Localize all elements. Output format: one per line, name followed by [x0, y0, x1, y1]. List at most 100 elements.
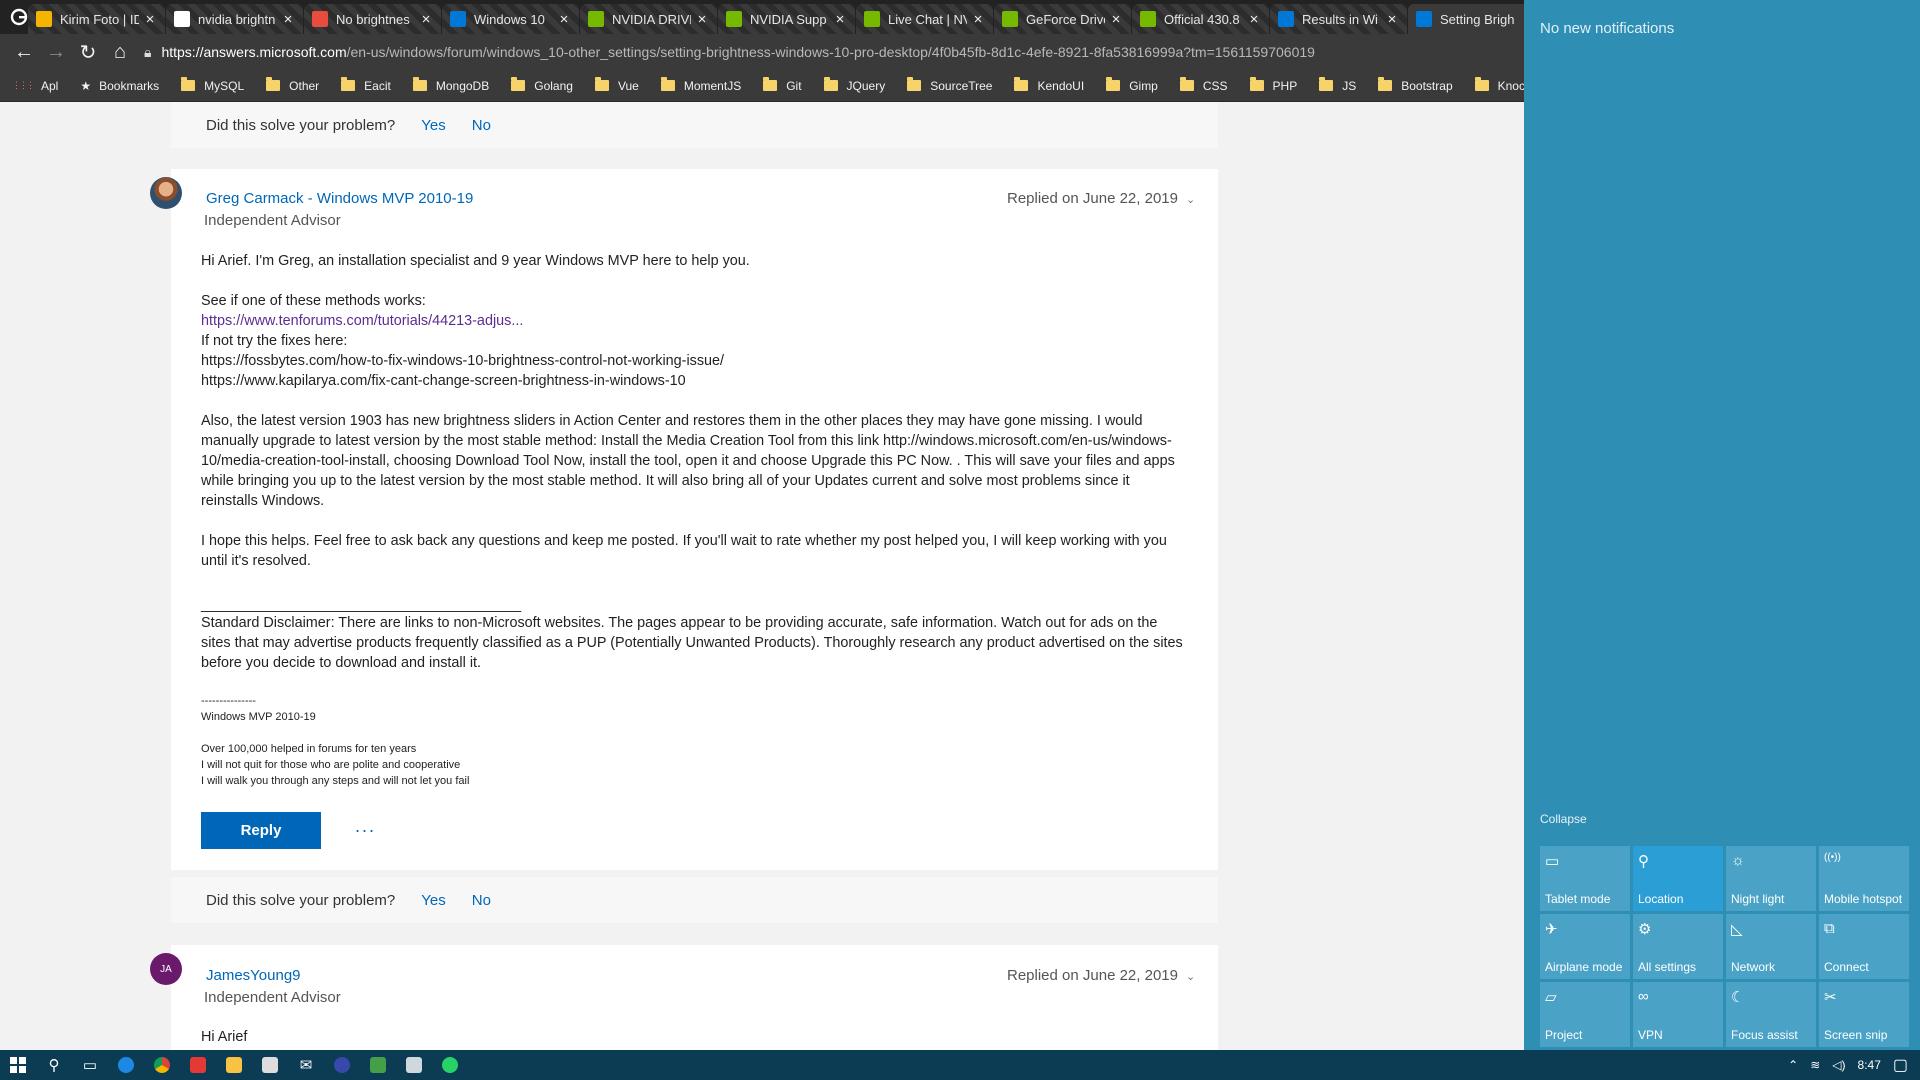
bookmark-item[interactable]: Git	[763, 77, 802, 93]
bookmark-item[interactable]: MomentJS	[660, 77, 741, 93]
folder-icon	[1014, 77, 1029, 91]
whatsapp-icon[interactable]	[432, 1050, 468, 1080]
quick-action-network[interactable]: ◺ Network	[1726, 914, 1816, 979]
tab-favicon-icon	[1278, 11, 1294, 27]
bookmark-item[interactable]: JS	[1319, 77, 1356, 93]
author-name[interactable]: Greg Carmack - Windows MVP 2010-19	[206, 190, 473, 207]
yes-link[interactable]: Yes	[421, 892, 445, 909]
quick-action-label: Focus assist	[1731, 1028, 1798, 1042]
replied-date[interactable]: Replied on June 22, 2019 ⌄	[1007, 190, 1195, 207]
close-icon[interactable]: ×	[833, 11, 847, 28]
quick-action-label: Mobile hotspot	[1824, 892, 1903, 906]
quick-action-gear[interactable]: ⚙ All settings	[1633, 914, 1723, 979]
address-bar[interactable]: 🔒︎ https://answers.microsoft.com/en-us/w…	[144, 38, 1524, 66]
store-icon[interactable]	[252, 1050, 288, 1080]
close-icon[interactable]: ×	[1247, 11, 1261, 28]
quick-action-tablet[interactable]: ▭ Tablet mode	[1540, 846, 1630, 911]
url-path: /en-us/windows/forum/windows_10-other_se…	[346, 44, 1315, 60]
browser-tab[interactable]: Official 430.8 ×	[1132, 4, 1269, 34]
quick-action-project[interactable]: ▱ Project	[1540, 982, 1630, 1047]
bookmark-item[interactable]: ⋮⋮⋮ Apl	[12, 79, 58, 93]
browser-tab[interactable]: nvidia brightn ×	[166, 4, 303, 34]
chrome-icon[interactable]	[144, 1050, 180, 1080]
bookmark-item[interactable]: Bootstrap	[1378, 77, 1453, 93]
quick-action-moon[interactable]: ☾ Focus assist	[1726, 982, 1816, 1047]
bookmark-item[interactable]: Golang	[511, 77, 573, 93]
close-icon[interactable]: ×	[281, 11, 295, 28]
bookmark-item[interactable]: JQuery	[823, 77, 885, 93]
browser-tab[interactable]: Live Chat | NV ×	[856, 4, 993, 34]
wifi-icon[interactable]: ≋	[1810, 1058, 1820, 1072]
close-icon[interactable]: ×	[1109, 11, 1123, 28]
browser-tab[interactable]: Windows 10 ×	[442, 4, 579, 34]
replied-date[interactable]: Replied on June 22, 2019 ⌄	[1007, 967, 1195, 984]
windows-start-icon[interactable]	[0, 1050, 36, 1080]
forward-arrow-icon[interactable]: →	[40, 36, 72, 68]
bookmark-item[interactable]: Vue	[594, 77, 639, 93]
bookmark-item[interactable]: Other	[266, 77, 319, 93]
app-icon[interactable]	[396, 1050, 432, 1080]
vpn-icon: ∞	[1638, 988, 1649, 1005]
close-icon[interactable]: ×	[419, 11, 433, 28]
close-icon[interactable]: ×	[971, 11, 985, 28]
bookmark-item[interactable]: PHP	[1249, 77, 1297, 93]
browser-tab[interactable]: GeForce Drive ×	[994, 4, 1131, 34]
browser-tab[interactable]: Results in Wi ×	[1270, 4, 1407, 34]
tenforums-link[interactable]: https://www.tenforums.com/tutorials/4421…	[201, 311, 1186, 331]
quick-action-connect[interactable]: ⧉ Connect	[1819, 914, 1909, 979]
folder-icon	[181, 77, 196, 91]
yes-link[interactable]: Yes	[421, 117, 445, 134]
reload-icon[interactable]: ↻	[72, 36, 104, 68]
browser-tab[interactable]: Setting Brigh×	[1408, 4, 1524, 34]
quick-action-location[interactable]: ⚲ Location	[1633, 846, 1723, 911]
mail-icon[interactable]: ✉	[288, 1050, 324, 1080]
close-icon[interactable]: ×	[695, 11, 709, 28]
app-icon[interactable]	[360, 1050, 396, 1080]
bookmark-item[interactable]: Gimp	[1106, 77, 1158, 93]
chevron-up-icon[interactable]: ⌃	[1788, 1058, 1798, 1072]
more-options-button[interactable]: ...	[355, 816, 376, 837]
bookmark-item[interactable]: Eacit	[341, 77, 391, 93]
browser-tab[interactable]: NVIDIA Supp ×	[718, 4, 855, 34]
quick-action-snip[interactable]: ✂ Screen snip	[1819, 982, 1909, 1047]
bookmark-item[interactable]: MongoDB	[412, 77, 489, 93]
bookmark-item[interactable]: KendoUI	[1014, 77, 1084, 93]
avatar[interactable]	[150, 177, 182, 209]
browser-tab[interactable]: Kirim Foto | ID ×	[28, 4, 165, 34]
vivaldi-icon[interactable]	[180, 1050, 216, 1080]
quick-action-sun[interactable]: ☼ Night light	[1726, 846, 1816, 911]
no-link[interactable]: No	[472, 117, 491, 134]
volume-icon[interactable]: ◁)	[1832, 1058, 1845, 1072]
quick-action-airplane[interactable]: ✈ Airplane mode	[1540, 914, 1630, 979]
close-icon[interactable]: ×	[1385, 11, 1399, 28]
bookmark-item[interactable]: KnockOutJS	[1474, 77, 1524, 93]
close-icon[interactable]: ×	[557, 11, 571, 28]
bookmark-item[interactable]: SourceTree	[907, 77, 992, 93]
quick-action-hotspot[interactable]: ((•)) Mobile hotspot	[1819, 846, 1909, 911]
chevron-down-icon: ⌄	[1185, 971, 1196, 983]
home-icon[interactable]: ⌂	[104, 36, 136, 68]
back-arrow-icon[interactable]: ←	[8, 36, 40, 68]
google-icon[interactable]	[10, 0, 28, 34]
close-icon[interactable]: ×	[143, 11, 157, 28]
quick-action-label: Airplane mode	[1545, 960, 1623, 974]
bookmark-item[interactable]: CSS	[1179, 77, 1228, 93]
bookmark-item[interactable]: MySQL	[181, 77, 244, 93]
collapse-link[interactable]: Collapse	[1540, 812, 1587, 826]
edge-icon[interactable]	[108, 1050, 144, 1080]
file-explorer-icon[interactable]	[216, 1050, 252, 1080]
author-name[interactable]: JamesYoung9	[206, 967, 301, 984]
quick-action-vpn[interactable]: ∞ VPN	[1633, 982, 1723, 1047]
avatar[interactable]: JA	[150, 953, 182, 985]
app-icon[interactable]	[324, 1050, 360, 1080]
tab-title: NVIDIA DRIVE	[612, 11, 691, 27]
browser-tab[interactable]: No brightnes ×	[304, 4, 441, 34]
search-icon[interactable]: ⚲	[36, 1050, 72, 1080]
bookmark-item[interactable]: ★ Bookmarks	[80, 79, 159, 93]
no-link[interactable]: No	[472, 892, 491, 909]
clock[interactable]: 8:47	[1858, 1058, 1881, 1072]
notification-center-icon[interactable]: ▢	[1893, 1055, 1908, 1075]
browser-tab[interactable]: NVIDIA DRIVE ×	[580, 4, 717, 34]
reply-button[interactable]: Reply	[201, 812, 321, 849]
task-view-icon[interactable]: ▭	[72, 1050, 108, 1080]
